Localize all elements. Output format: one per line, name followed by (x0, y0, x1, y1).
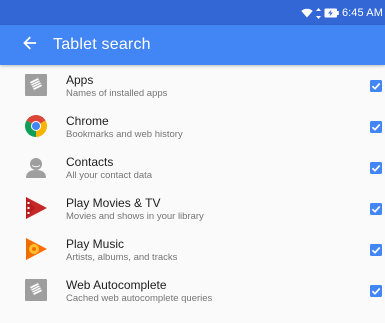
back-button[interactable] (18, 33, 42, 57)
item-subtitle: Names of installed apps (66, 88, 168, 99)
contacts-checkbox[interactable] (370, 162, 382, 174)
search-sources-list: Apps Names of installed apps Chrome Book… (0, 65, 385, 311)
web-autocomplete-icon (23, 277, 49, 303)
apps-package-icon (23, 72, 49, 98)
status-icons: 6:45 AM (301, 5, 383, 21)
list-item-web-autocomplete[interactable]: Web Autocomplete Cached web autocomplete… (0, 270, 385, 311)
list-item-contacts[interactable]: Contacts All your contact data (0, 147, 385, 188)
play-music-icon (23, 236, 49, 262)
item-title: Chrome (66, 114, 109, 128)
back-arrow-icon (23, 36, 37, 55)
apps-checkbox[interactable] (370, 80, 382, 92)
app-bar: Tablet search (0, 25, 385, 65)
list-item-play-movies[interactable]: Play Movies & TV Movies and shows in you… (0, 188, 385, 229)
web-autocomplete-checkbox[interactable] (370, 285, 382, 297)
item-subtitle: Artists, albums, and tracks (66, 252, 178, 263)
wifi-icon (301, 8, 313, 18)
item-subtitle: Bookmarks and web history (66, 129, 183, 140)
chrome-checkbox[interactable] (370, 121, 382, 133)
data-arrows-icon (315, 7, 321, 19)
item-title: Contacts (66, 155, 114, 169)
list-item-play-music[interactable]: Play Music Artists, albums, and tracks (0, 229, 385, 270)
item-subtitle: Cached web autocomplete queries (66, 293, 213, 304)
item-title: Play Movies & TV (66, 196, 161, 210)
item-title: Apps (66, 73, 94, 87)
list-item-chrome[interactable]: Chrome Bookmarks and web history (0, 106, 385, 147)
status-bar: 6:45 AM (0, 0, 385, 25)
item-subtitle: Movies and shows in your library (66, 211, 204, 222)
play-movies-icon (23, 195, 49, 221)
item-title: Play Music (66, 237, 125, 251)
battery-charging-icon (324, 8, 339, 18)
item-title: Web Autocomplete (66, 278, 167, 292)
status-time: 6:45 AM (341, 7, 383, 19)
page-title: Tablet search (53, 36, 151, 53)
item-subtitle: All your contact data (66, 170, 153, 181)
play-music-checkbox[interactable] (370, 244, 382, 256)
play-movies-checkbox[interactable] (370, 203, 382, 215)
list-item-apps[interactable]: Apps Names of installed apps (0, 65, 385, 106)
contacts-icon (23, 154, 49, 180)
chrome-icon (23, 113, 49, 139)
